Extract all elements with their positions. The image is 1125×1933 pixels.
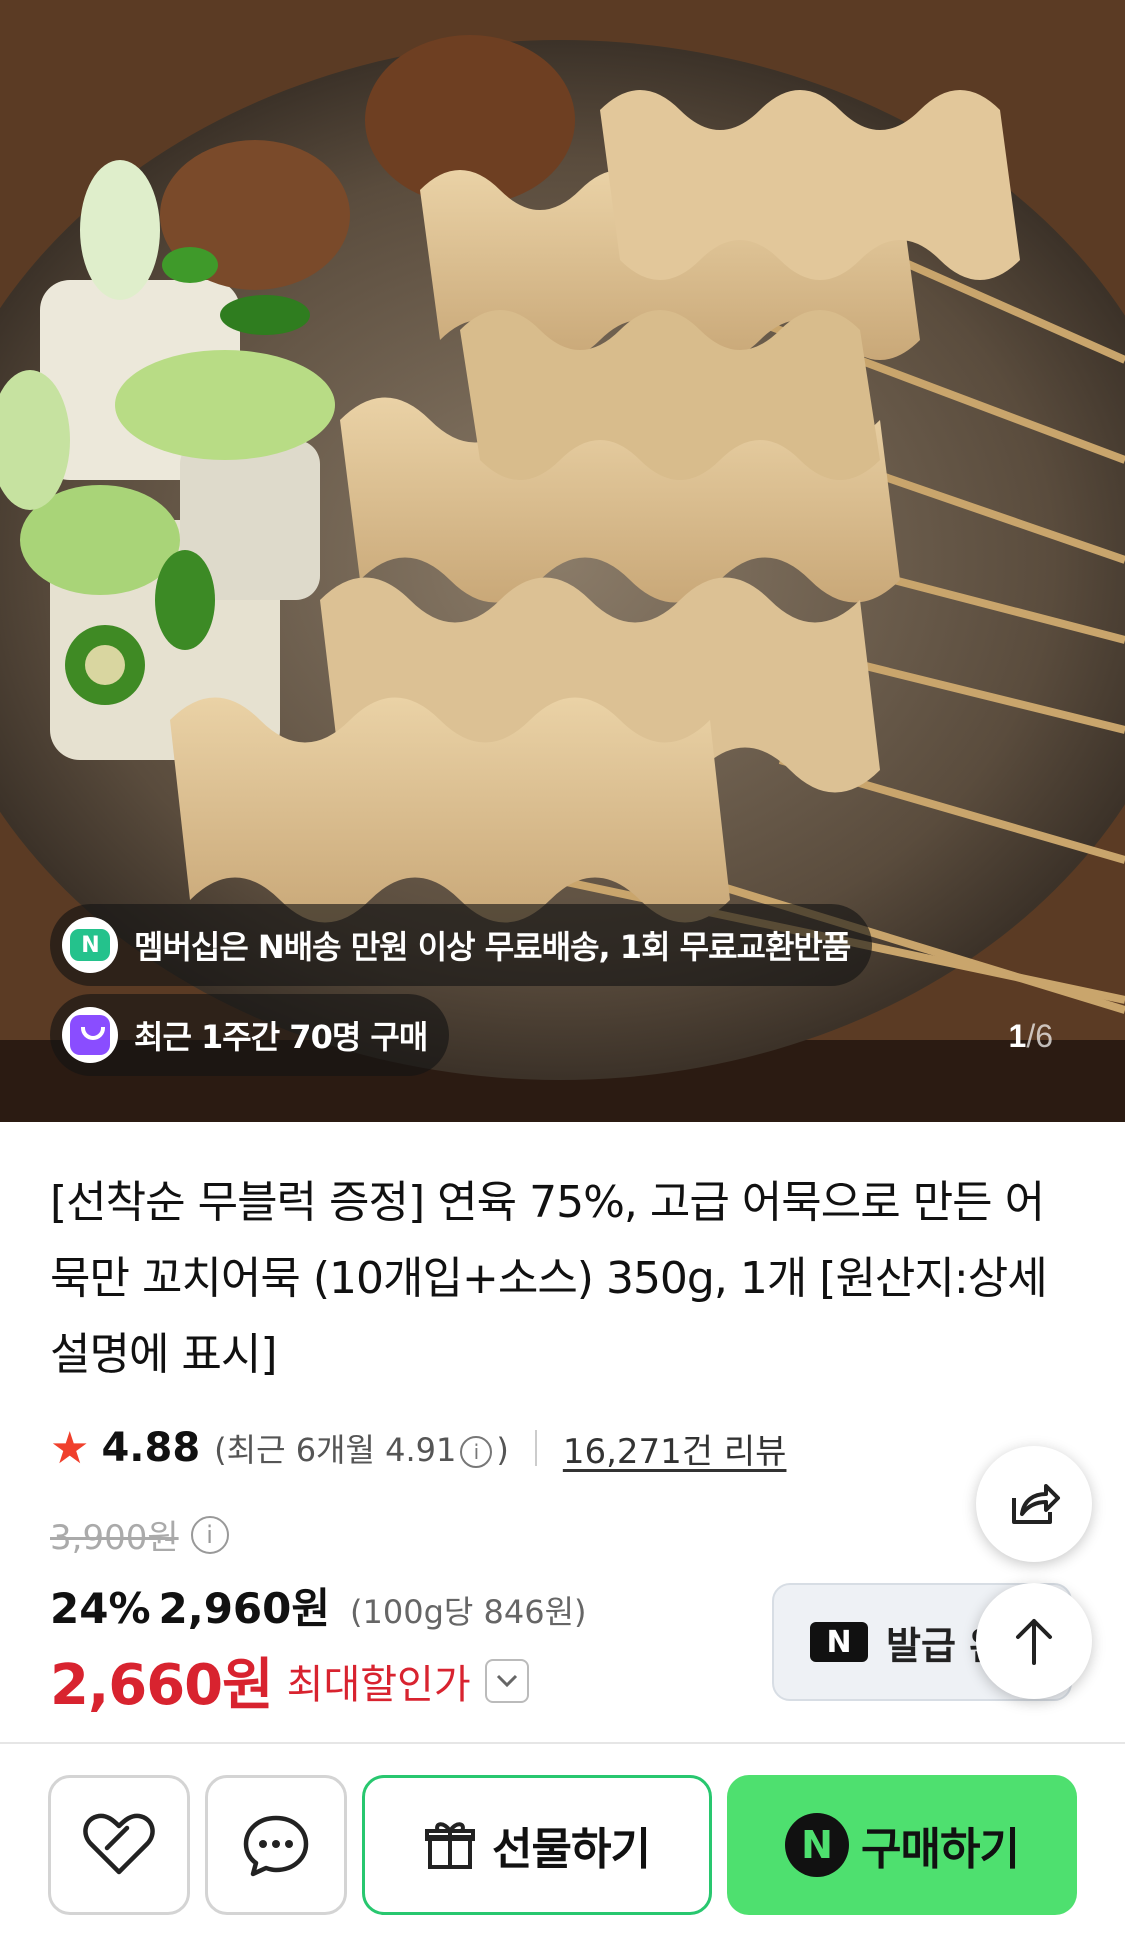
best-price-label: 최대할인가 (286, 1661, 471, 1708)
membership-text: 멤버십은 N배송 만원 이상 무료배송, 1회 무료교환반품 (134, 928, 851, 966)
image-counter: 1/6 (1009, 1018, 1053, 1055)
best-price-row[interactable]: 2,660원 최대할인가 (50, 1640, 529, 1721)
product-title: [선착순 무블럭 증정] 연육 75%, 고급 어묵으로 만든 어묵만 꼬치어묵… (50, 1177, 1048, 1380)
share-icon (1012, 1484, 1060, 1524)
chat-icon (243, 1815, 309, 1877)
star-icon: ★ (50, 1422, 90, 1474)
bottom-bar-divider (0, 1742, 1125, 1744)
gift-button[interactable]: 선물하기 (362, 1775, 712, 1915)
membership-badge: N 멤버십은 N배송 만원 이상 무료배송, 1회 무료교환반품 (50, 904, 873, 986)
rating-score: 4.88 (101, 1425, 201, 1471)
buy-button[interactable]: N 구매하기 (727, 1775, 1077, 1915)
best-price: 2,660원 (50, 1653, 274, 1718)
n-delivery-logo: N (70, 929, 110, 961)
product-image-carousel[interactable]: N 멤버십은 N배송 만원 이상 무료배송, 1회 무료교환반품 최근 1주간 … (0, 0, 1125, 1122)
recent-rating: (최근 6개월 4.91 i) (214, 1425, 509, 1471)
shopping-bag-icon (62, 1007, 118, 1063)
rating-row: ★ 4.88 (최근 6개월 4.91 i) 16,271건 리뷰 (50, 1418, 786, 1478)
talk-button[interactable] (205, 1775, 347, 1915)
membership-icon: N (62, 917, 118, 973)
recent-rating-suffix: ) (496, 1431, 509, 1469)
divider (534, 1430, 537, 1466)
naver-n-logo: N (810, 1622, 868, 1662)
scroll-top-button[interactable] (976, 1583, 1092, 1699)
buy-label: 구매하기 (861, 1824, 1020, 1875)
original-price: 3,900원 (50, 1518, 179, 1558)
naver-pay-logo: N (785, 1813, 850, 1877)
price-info-icon[interactable]: i (190, 1515, 229, 1554)
image-counter-total: /6 (1026, 1018, 1053, 1054)
chevron-down-icon[interactable] (484, 1658, 529, 1703)
arrow-up-icon (1016, 1619, 1052, 1665)
share-button[interactable] (976, 1446, 1092, 1562)
discount-rate: 24% (50, 1584, 151, 1633)
image-counter-current: 1 (1008, 1018, 1027, 1054)
info-icon[interactable]: i (460, 1436, 493, 1468)
heart-icon (83, 1813, 155, 1875)
recent-purchase-text: 최근 1주간 70명 구매 (134, 1018, 428, 1056)
wishlist-button[interactable] (48, 1775, 190, 1915)
review-count-link[interactable]: 16,271건 리뷰 (563, 1424, 787, 1473)
sale-price: 2,960원 (158, 1584, 331, 1633)
gift-label: 선물하기 (492, 1824, 651, 1875)
sale-price-row: 24% 2,960원 (100g당 846원) (50, 1575, 587, 1636)
unit-price: (100g당 846원) (350, 1593, 587, 1631)
recent-rating-prefix: (최근 6개월 4.91 (214, 1431, 457, 1469)
gift-icon (425, 1822, 476, 1869)
original-price-row: 3,900원 i (50, 1510, 233, 1559)
recent-purchase-badge: 최근 1주간 70명 구매 (50, 994, 450, 1076)
